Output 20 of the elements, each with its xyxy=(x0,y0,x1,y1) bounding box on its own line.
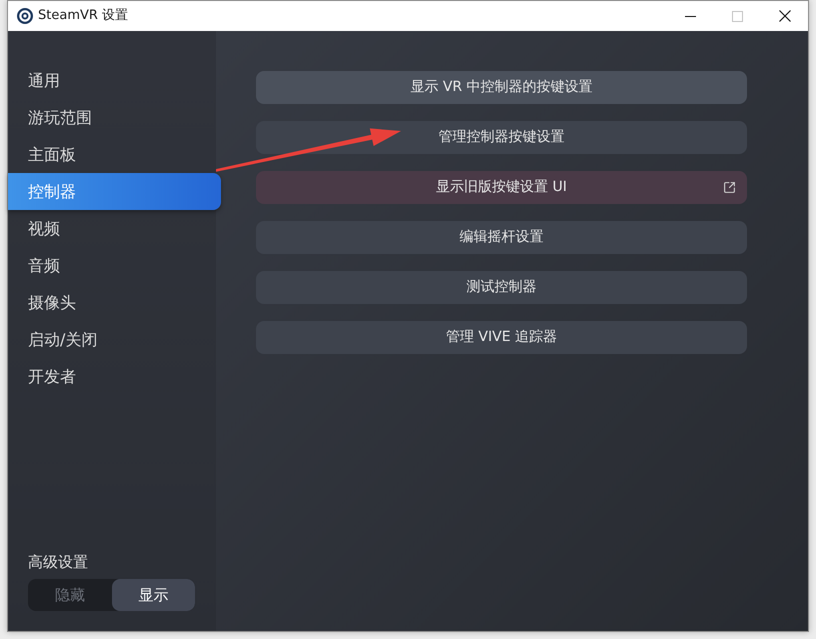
settings-button[interactable]: 编辑摇杆设置 xyxy=(256,221,747,254)
settings-button[interactable]: 显示 VR 中控制器的按键设置 xyxy=(256,71,747,104)
sidebar-item[interactable]: 音频 xyxy=(8,247,216,284)
sidebar-item[interactable]: 摄像头 xyxy=(8,284,216,321)
settings-button[interactable]: 管理 VIVE 追踪器 xyxy=(256,321,747,354)
external-link-icon xyxy=(723,181,736,194)
sidebar-item[interactable]: 启动/关闭 xyxy=(8,321,216,358)
toggle-option[interactable]: 显示 xyxy=(112,579,195,611)
sidebar-item[interactable]: 通用 xyxy=(8,62,216,99)
sidebar-item[interactable]: 游玩范围 xyxy=(8,99,216,136)
settings-button[interactable]: 管理控制器按键设置 xyxy=(256,121,747,154)
sidebar-item[interactable]: 开发者 xyxy=(8,358,216,395)
settings-button[interactable]: 测试控制器 xyxy=(256,271,747,304)
settings-button[interactable]: 显示旧版按键设置 UI xyxy=(256,171,747,204)
window-title: SteamVR 设置 xyxy=(38,7,128,26)
sidebar-item[interactable]: 控制器 xyxy=(8,173,221,210)
app-icon xyxy=(17,8,33,24)
sidebar-item[interactable]: 视频 xyxy=(8,210,216,247)
advanced-settings-label: 高级设置 xyxy=(28,552,89,572)
sidebar-item[interactable]: 主面板 xyxy=(8,136,216,173)
